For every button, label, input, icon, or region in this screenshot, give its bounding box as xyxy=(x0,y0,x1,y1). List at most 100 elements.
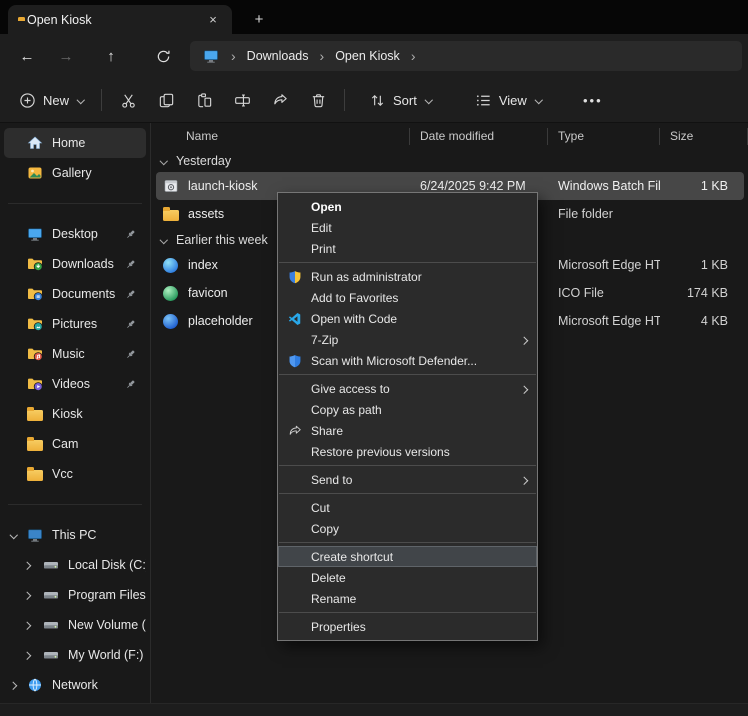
breadcrumb-segment-open-kiosk[interactable]: Open Kiosk xyxy=(327,45,408,67)
chevron-down-icon xyxy=(534,96,543,105)
column-header-row: Name Date modified Type Size xyxy=(152,123,748,149)
copy-button[interactable] xyxy=(147,83,185,117)
menu-item-properties[interactable]: Properties xyxy=(278,616,537,637)
file-size: 174 KB xyxy=(660,286,744,300)
menu-item-open[interactable]: Open xyxy=(278,196,537,217)
refresh-icon xyxy=(156,49,171,64)
view-button[interactable]: View xyxy=(466,83,552,117)
rename-icon xyxy=(234,92,251,109)
address-bar[interactable]: › Downloads › Open Kiosk › xyxy=(190,41,742,71)
sidebar-item-gallery[interactable]: Gallery xyxy=(4,158,146,188)
menu-item-7-zip[interactable]: 7-Zip xyxy=(278,329,537,350)
home-icon xyxy=(26,135,43,151)
sidebar-item-label: Program Files (D:) xyxy=(68,588,146,602)
chevron-right-icon[interactable] xyxy=(23,621,32,630)
menu-item-give-access-to[interactable]: Give access to xyxy=(278,378,537,399)
copy-icon xyxy=(158,92,175,109)
menu-item-send-to[interactable]: Send to xyxy=(278,469,537,490)
gallery-icon xyxy=(26,165,43,181)
chevron-down-icon xyxy=(76,96,85,105)
sidebar-item-label: My World (F:) xyxy=(68,648,143,662)
sidebar-item-cam[interactable]: Cam xyxy=(4,429,146,459)
sidebar-item-my-world-f[interactable]: My World (F:) xyxy=(4,640,146,670)
more-options-button[interactable]: ••• xyxy=(574,83,612,117)
column-header-size[interactable]: Size xyxy=(660,128,748,145)
chevron-down-icon[interactable] xyxy=(9,531,18,540)
this-pc-icon[interactable] xyxy=(202,48,219,64)
explorer-tab[interactable]: Open Kiosk × xyxy=(8,5,232,34)
sidebar-item-music[interactable]: Music xyxy=(4,339,146,369)
menu-item-print[interactable]: Print xyxy=(278,238,537,259)
sidebar-item-this-pc[interactable]: This PC xyxy=(4,520,146,550)
sidebar-item-videos[interactable]: Videos xyxy=(4,369,146,399)
menu-item-delete[interactable]: Delete xyxy=(278,567,537,588)
chevron-right-icon[interactable] xyxy=(23,651,32,660)
sidebar-item-downloads[interactable]: Downloads xyxy=(4,249,146,279)
up-button[interactable]: ↑ xyxy=(96,41,126,71)
paste-icon xyxy=(196,92,213,109)
sidebar-item-desktop[interactable]: Desktop xyxy=(4,219,146,249)
menu-item-run-as-administrator[interactable]: Run as administrator xyxy=(278,266,537,287)
menu-item-restore-previous-versions[interactable]: Restore previous versions xyxy=(278,441,537,462)
desktop-icon xyxy=(26,226,43,242)
sidebar-item-kiosk[interactable]: Kiosk xyxy=(4,399,146,429)
pictures-icon xyxy=(26,316,43,332)
column-header-name[interactable]: Name xyxy=(152,128,410,145)
group-header-yesterday[interactable]: Yesterday xyxy=(152,149,748,172)
sidebar-item-new-volume-e[interactable]: New Volume (E:) xyxy=(4,610,146,640)
column-header-date-modified[interactable]: Date modified xyxy=(410,128,548,145)
group-label: Yesterday xyxy=(176,154,231,168)
menu-item-copy-as-path[interactable]: Copy as path xyxy=(278,399,537,420)
sidebar-item-documents[interactable]: Documents xyxy=(4,279,146,309)
file-size: 4 KB xyxy=(660,314,744,328)
sidebar-item-pictures[interactable]: Pictures xyxy=(4,309,146,339)
menu-item-add-to-favorites[interactable]: Add to Favorites xyxy=(278,287,537,308)
horizontal-scrollbar[interactable] xyxy=(0,703,748,716)
chevron-down-icon xyxy=(159,156,168,165)
delete-button[interactable] xyxy=(299,83,337,117)
menu-item-create-shortcut[interactable]: Create shortcut xyxy=(278,546,537,567)
menu-item-cut[interactable]: Cut xyxy=(278,497,537,518)
column-header-type[interactable]: Type xyxy=(548,128,660,145)
chevron-right-icon[interactable] xyxy=(9,681,18,690)
rename-button[interactable] xyxy=(223,83,261,117)
menu-item-scan-with-microsoft-defender[interactable]: Scan with Microsoft Defender... xyxy=(278,350,537,371)
cut-button[interactable] xyxy=(109,83,147,117)
group-label: Earlier this week xyxy=(176,233,268,247)
sidebar-item-home[interactable]: Home xyxy=(4,128,146,158)
drive-icon xyxy=(42,647,59,663)
paste-button[interactable] xyxy=(185,83,223,117)
new-button[interactable]: New xyxy=(10,83,94,117)
sidebar-item-network[interactable]: Network xyxy=(4,670,146,700)
music-icon xyxy=(26,346,43,362)
menu-item-edit[interactable]: Edit xyxy=(278,217,537,238)
sidebar-item-local-disk-c[interactable]: Local Disk (C:) xyxy=(4,550,146,580)
menu-separator xyxy=(279,542,536,543)
back-button[interactable]: ← xyxy=(12,41,42,71)
chevron-right-icon[interactable] xyxy=(23,561,32,570)
tab-close-button[interactable]: × xyxy=(204,11,222,29)
menu-item-rename[interactable]: Rename xyxy=(278,588,537,609)
view-button-label: View xyxy=(499,93,527,108)
menu-item-open-with-code[interactable]: Open with Code xyxy=(278,308,537,329)
refresh-button[interactable] xyxy=(148,41,178,71)
sidebar-item-label: Pictures xyxy=(52,317,97,331)
view-icon xyxy=(475,92,492,109)
sidebar-item-program-files-d[interactable]: Program Files (D:) xyxy=(4,580,146,610)
share-button[interactable] xyxy=(261,83,299,117)
menu-item-copy[interactable]: Copy xyxy=(278,518,537,539)
breadcrumb-segment-downloads[interactable]: Downloads xyxy=(239,45,317,67)
sort-button[interactable]: Sort xyxy=(360,83,442,117)
chevron-right-icon[interactable] xyxy=(23,591,32,600)
forward-button[interactable]: → xyxy=(51,41,81,71)
file-size: 1 KB xyxy=(660,179,744,193)
menu-item-share[interactable]: Share xyxy=(278,420,537,441)
trash-icon xyxy=(310,92,327,109)
new-tab-button[interactable]: + xyxy=(248,8,270,30)
drive-icon xyxy=(42,557,59,573)
file-size: 1 KB xyxy=(660,258,744,272)
pin-icon xyxy=(125,259,136,270)
sidebar-divider xyxy=(8,504,142,505)
sidebar: Home Gallery Desktop Downloads Documents… xyxy=(0,123,151,704)
sidebar-item-vcc[interactable]: Vcc xyxy=(4,459,146,489)
